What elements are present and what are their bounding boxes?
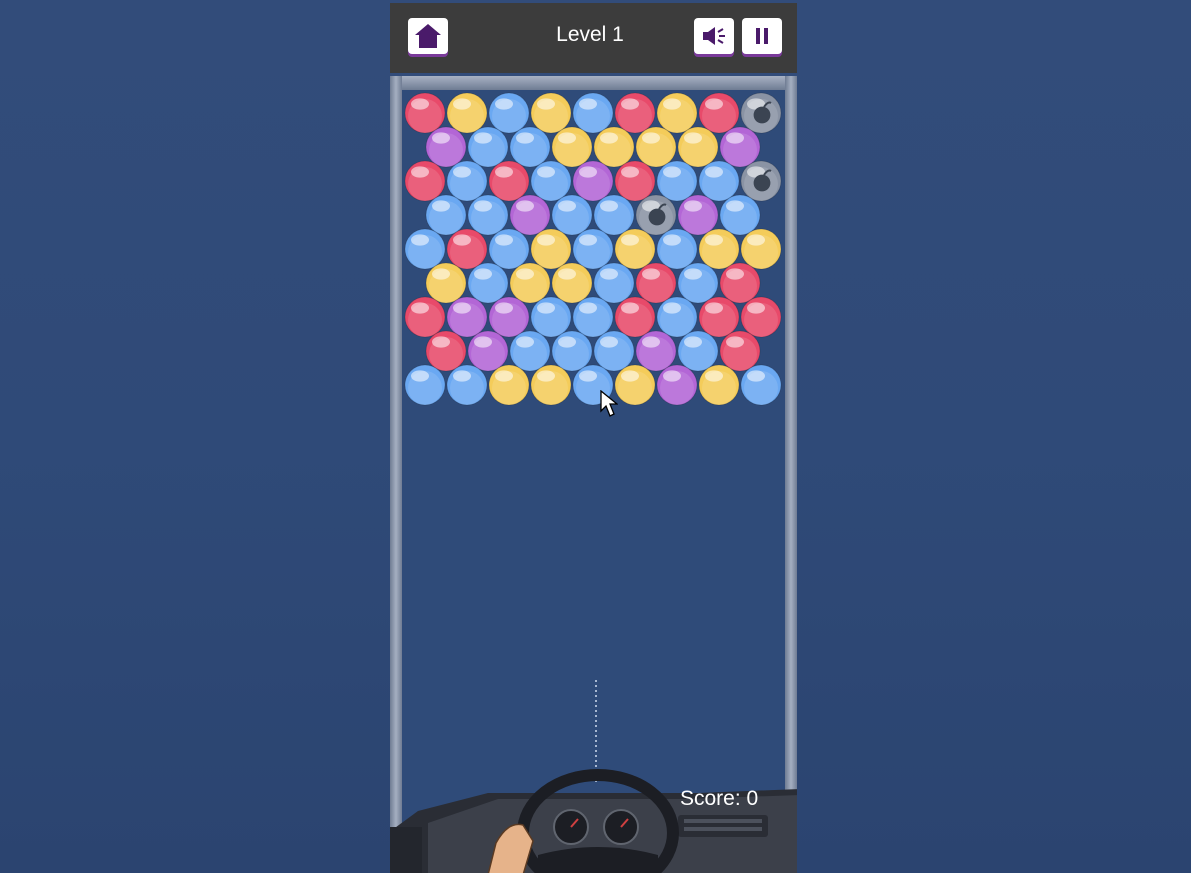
score-label: Score: 0 (680, 787, 759, 810)
mouse-cursor-icon (600, 390, 618, 417)
bubble-blue (446, 364, 488, 406)
bubble-yellow (530, 364, 572, 406)
game-frame[interactable]: Level 1 Score: 0 (390, 3, 797, 873)
car-cockpit (390, 769, 797, 873)
bubble-blue (404, 364, 446, 406)
bubble-yellow (698, 364, 740, 406)
bubble-yellow (614, 364, 656, 406)
bubble-blue (740, 364, 782, 406)
bubble-purple (656, 364, 698, 406)
bubble-grid[interactable] (390, 3, 797, 873)
bubble-yellow (488, 364, 530, 406)
